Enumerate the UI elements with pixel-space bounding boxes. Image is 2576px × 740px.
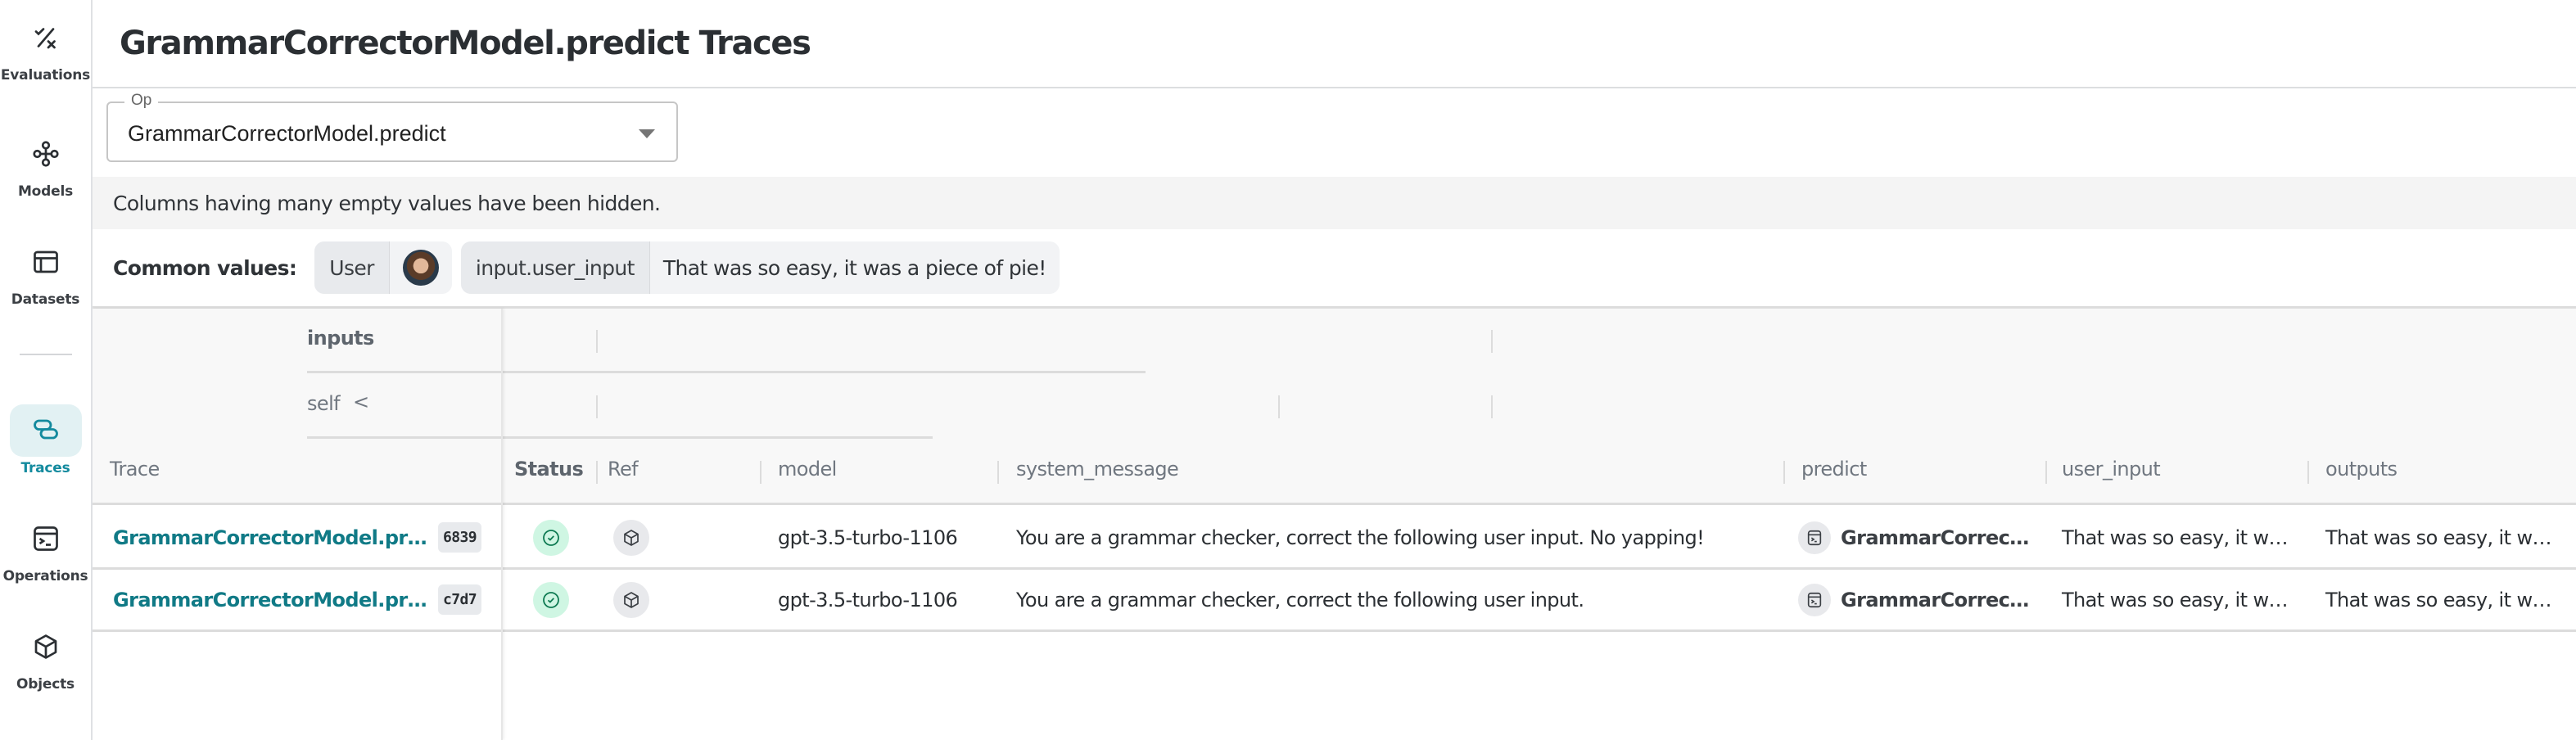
page-header: GrammarCorrectorModel.predict Traces bbox=[93, 0, 2576, 88]
status-cell bbox=[533, 570, 569, 629]
app: Evaluations Models Datasets Traces Opera… bbox=[0, 0, 2576, 740]
pinned-trace-column bbox=[93, 309, 503, 740]
op-select-value: GrammarCorrectorModel.predict bbox=[128, 121, 446, 146]
user-input-cell: That was so easy, it w… bbox=[2062, 588, 2288, 611]
common-value-chip-user[interactable]: User bbox=[314, 241, 452, 294]
column-separator[interactable] bbox=[596, 395, 598, 418]
sidebar-item-label: Evaluations bbox=[0, 67, 91, 83]
sidebar-item-models[interactable]: Models bbox=[0, 128, 91, 200]
column-separator[interactable] bbox=[760, 461, 762, 484]
sidebar-item-operations[interactable]: Operations bbox=[0, 512, 91, 584]
status-cell bbox=[533, 508, 569, 567]
predict-op-label: GrammarCorrec… bbox=[1841, 526, 2029, 549]
column-separator[interactable] bbox=[1491, 330, 1493, 353]
column-separator[interactable] bbox=[2307, 461, 2309, 484]
avatar bbox=[402, 250, 439, 286]
models-icon bbox=[10, 128, 82, 180]
sidebar-item-datasets[interactable]: Datasets bbox=[0, 236, 91, 308]
common-value-chip-user-input[interactable]: input.user_input That was so easy, it wa… bbox=[460, 241, 1060, 294]
operations-icon bbox=[10, 512, 82, 565]
predict-cell: GrammarCorrec… bbox=[1798, 508, 2029, 567]
banner-text: Columns having many empty values have be… bbox=[113, 191, 661, 215]
sidebar-item-objects[interactable]: Objects bbox=[0, 620, 91, 693]
chip-value: That was so easy, it was a piece of pie! bbox=[662, 255, 1046, 280]
sidebar-item-label: Operations bbox=[2, 568, 88, 584]
system-message-cell: You are a grammar checker, correct the f… bbox=[1016, 588, 1584, 611]
evaluations-icon bbox=[10, 11, 82, 64]
header-model[interactable]: model bbox=[778, 458, 837, 481]
chip-key: User bbox=[314, 241, 390, 294]
sidebar-item-evaluations[interactable]: Evaluations bbox=[0, 11, 91, 83]
operations-icon bbox=[1798, 521, 1831, 554]
sidebar-divider bbox=[20, 354, 72, 355]
main-content: GrammarCorrectorModel.predict Traces Op … bbox=[93, 0, 2576, 740]
page-title: GrammarCorrectorModel.predict Traces bbox=[120, 25, 811, 62]
header-ref[interactable]: Ref bbox=[608, 458, 639, 481]
sidebar: Evaluations Models Datasets Traces Opera… bbox=[0, 0, 93, 740]
common-values: Common values: User input.user_input Tha… bbox=[93, 229, 2576, 306]
chip-key: input.user_input bbox=[460, 241, 650, 294]
column-separator[interactable] bbox=[1491, 395, 1493, 418]
chip-value bbox=[390, 241, 452, 294]
header-predict[interactable]: predict bbox=[1801, 458, 1867, 481]
system-message-cell: You are a grammar checker, correct the f… bbox=[1016, 526, 1705, 549]
model-cell: gpt-3.5-turbo-1106 bbox=[778, 588, 958, 611]
operations-icon bbox=[1798, 583, 1831, 616]
user-input-cell: That was so easy, it w… bbox=[2062, 526, 2288, 549]
datasets-icon bbox=[10, 236, 82, 288]
column-separator[interactable] bbox=[596, 330, 598, 353]
sidebar-item-traces[interactable]: Traces bbox=[0, 404, 91, 476]
object-ref-icon[interactable] bbox=[613, 581, 649, 618]
status-success-icon bbox=[533, 581, 569, 618]
sidebar-item-label: Models bbox=[17, 183, 74, 200]
chevron-down-icon bbox=[639, 129, 655, 138]
column-separator[interactable] bbox=[2045, 461, 2047, 484]
predict-op-link[interactable]: GrammarCorrec… bbox=[1798, 583, 2029, 616]
header-status[interactable]: Status bbox=[514, 458, 584, 481]
predict-cell: GrammarCorrec… bbox=[1798, 570, 2029, 629]
status-success-icon bbox=[533, 519, 569, 556]
column-separator[interactable] bbox=[1783, 461, 1785, 484]
header-outputs[interactable]: outputs bbox=[2325, 458, 2397, 481]
traces-table: inputs self < Trace Status Ref model sys… bbox=[93, 306, 2576, 740]
sidebar-item-label: Datasets bbox=[11, 291, 80, 308]
model-cell: gpt-3.5-turbo-1106 bbox=[778, 526, 958, 549]
column-separator[interactable] bbox=[997, 461, 999, 484]
traces-icon bbox=[9, 404, 82, 457]
ref-cell bbox=[613, 508, 649, 567]
header-user-input[interactable]: user_input bbox=[2062, 458, 2161, 481]
hidden-columns-banner: Columns having many empty values have be… bbox=[93, 177, 2576, 229]
outputs-cell: That was so easy, it w… bbox=[2325, 588, 2551, 611]
op-select-label: Op bbox=[124, 92, 159, 110]
op-select[interactable]: Op GrammarCorrectorModel.predict bbox=[106, 92, 678, 162]
common-values-label: Common values: bbox=[113, 255, 297, 280]
column-separator[interactable] bbox=[1278, 395, 1280, 418]
sidebar-item-label: Traces bbox=[20, 460, 70, 476]
outputs-cell: That was so easy, it w… bbox=[2325, 526, 2551, 549]
ref-cell bbox=[613, 570, 649, 629]
object-ref-icon[interactable] bbox=[613, 519, 649, 556]
column-separator[interactable] bbox=[596, 461, 598, 484]
predict-op-link[interactable]: GrammarCorrec… bbox=[1798, 521, 2029, 554]
objects-icon bbox=[10, 620, 82, 673]
predict-op-label: GrammarCorrec… bbox=[1841, 588, 2029, 611]
header-system-message[interactable]: system_message bbox=[1016, 458, 1179, 481]
sidebar-item-label: Objects bbox=[16, 676, 75, 693]
